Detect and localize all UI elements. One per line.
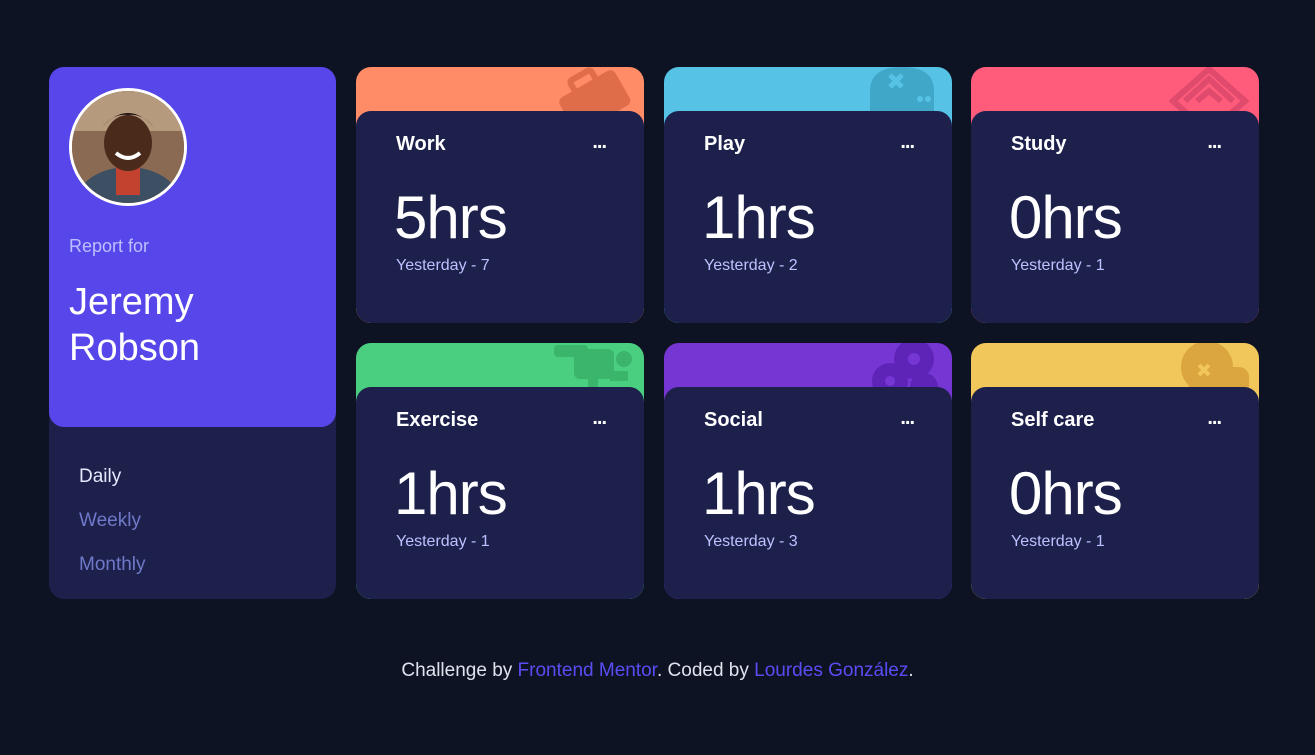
activity-title: Work	[396, 133, 446, 155]
dashboard: Report for Jeremy Robson Daily Weekly Mo…	[49, 67, 1259, 599]
activity-card-body: Play ... 1hrs Yesterday - 2	[664, 111, 952, 323]
footer-suffix: .	[908, 660, 914, 681]
activity-previous: Yesterday - 1	[1011, 533, 1105, 550]
ellipsis-icon[interactable]: ...	[900, 407, 915, 430]
activity-hours: 1hrs	[394, 460, 508, 527]
activity-title: Self care	[1011, 409, 1095, 431]
activity-title: Study	[1011, 133, 1067, 155]
activity-title: Play	[704, 133, 746, 155]
period-monthly[interactable]: Monthly	[79, 543, 146, 587]
profile-card: Report for Jeremy Robson Daily Weekly Mo…	[49, 67, 336, 599]
activity-previous: Yesterday - 2	[704, 257, 798, 274]
activity-hours: 1hrs	[702, 460, 816, 527]
report-for-label: Report for	[69, 236, 150, 256]
ellipsis-icon[interactable]: ...	[592, 407, 607, 430]
activity-hours: 0hrs	[1009, 184, 1123, 251]
footer-prefix: Challenge by	[401, 660, 513, 681]
activity-title: Social	[704, 409, 763, 431]
ellipsis-icon[interactable]: ...	[1207, 131, 1222, 154]
activity-previous: Yesterday - 1	[1011, 257, 1105, 274]
user-name: Jeremy Robson	[69, 281, 200, 369]
ellipsis-icon[interactable]: ...	[1207, 407, 1222, 430]
activity-hours: 1hrs	[702, 184, 816, 251]
activity-card-body: Study ... 0hrs Yesterday - 1	[971, 111, 1259, 323]
activity-hours: 0hrs	[1009, 460, 1123, 527]
activity-card-exercise: Exercise ... 1hrs Yesterday - 1	[356, 343, 644, 599]
activity-card-body: Exercise ... 1hrs Yesterday - 1	[356, 387, 644, 599]
period-weekly[interactable]: Weekly	[79, 499, 146, 543]
activity-hours: 5hrs	[394, 184, 508, 251]
profile-header: Report for Jeremy Robson	[49, 67, 336, 427]
activity-card-body: Social ... 1hrs Yesterday - 3	[664, 387, 952, 599]
activity-card-study: Study ... 0hrs Yesterday - 1	[971, 67, 1259, 323]
ellipsis-icon[interactable]: ...	[592, 131, 607, 154]
activity-card-body: Self care ... 0hrs Yesterday - 1	[971, 387, 1259, 599]
activity-card-social: Social ... 1hrs Yesterday - 3	[664, 343, 952, 599]
activity-title: Exercise	[396, 409, 479, 431]
activity-previous: Yesterday - 1	[396, 533, 490, 550]
period-daily[interactable]: Daily	[79, 455, 146, 499]
frontend-mentor-link[interactable]: Frontend Mentor	[518, 660, 657, 681]
period-selector: Daily Weekly Monthly	[79, 455, 146, 587]
activity-previous: Yesterday - 7	[396, 257, 490, 274]
author-link[interactable]: Lourdes González	[754, 660, 908, 681]
footer-middle: . Coded by	[656, 660, 749, 681]
avatar	[69, 88, 187, 206]
footer: Challenge by Frontend Mentor. Coded by L…	[0, 660, 1315, 682]
activity-card-work: Work ... 5hrs Yesterday - 7	[356, 67, 644, 323]
avatar-image	[72, 91, 184, 203]
activity-previous: Yesterday - 3	[704, 533, 798, 550]
ellipsis-icon[interactable]: ...	[900, 131, 915, 154]
activity-card-self-care: Self care ... 0hrs Yesterday - 1	[971, 343, 1259, 599]
activity-card-play: Play ... 1hrs Yesterday - 2	[664, 67, 952, 323]
activity-card-body: Work ... 5hrs Yesterday - 7	[356, 111, 644, 323]
